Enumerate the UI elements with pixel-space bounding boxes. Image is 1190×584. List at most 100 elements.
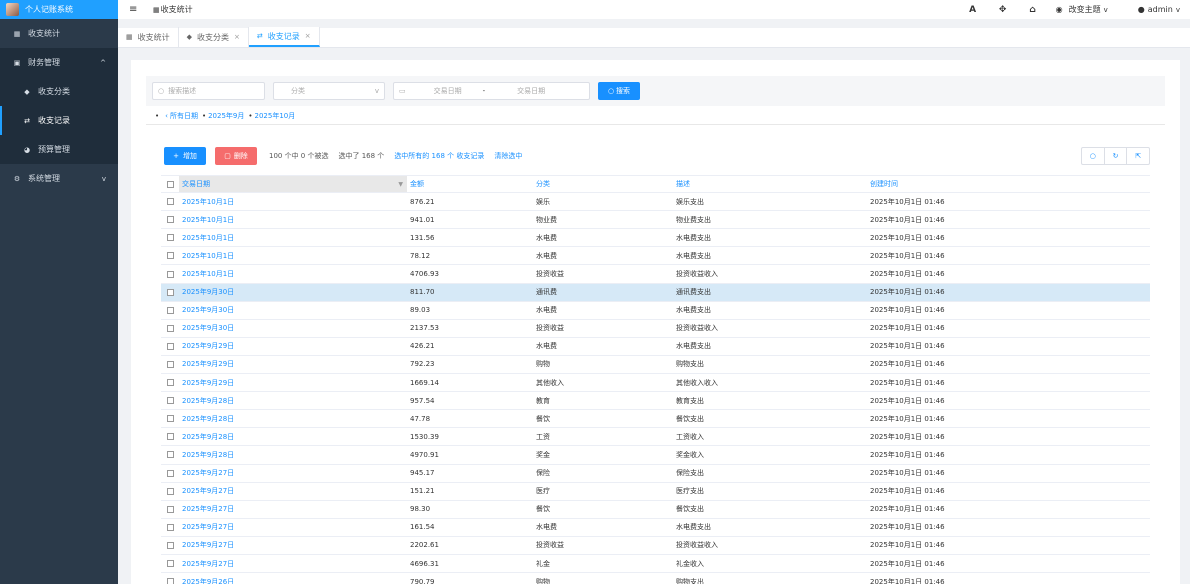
tab-categories[interactable]: ◆ 收支分类 × — [179, 27, 249, 47]
cell-date[interactable]: 2025年9月30日 — [179, 323, 407, 333]
row-checkbox[interactable] — [161, 216, 179, 224]
date-month2-link[interactable]: 2025年10月 — [255, 111, 296, 121]
row-checkbox[interactable] — [161, 487, 179, 495]
row-checkbox[interactable] — [161, 451, 179, 459]
row-checkbox[interactable] — [161, 541, 179, 549]
cell-date[interactable]: 2025年9月29日 — [179, 341, 407, 351]
table-row[interactable]: 2025年9月28日 4970.91 奖金 奖金收入 2025年10月1日 01:46 — [161, 446, 1150, 465]
cell-date[interactable]: 2025年9月30日 — [179, 287, 407, 297]
table-row[interactable]: 2025年9月28日 957.54 教育 教育支出 2025年10月1日 01:46 — [161, 392, 1150, 411]
close-icon[interactable]: × — [234, 33, 240, 41]
table-row[interactable]: 2025年9月30日 811.70 通讯费 通讯费支出 2025年10月1日 01:46 — [161, 283, 1150, 302]
date-all-link[interactable]: 所有日期 — [170, 111, 198, 121]
cell-date[interactable]: 2025年9月29日 — [179, 378, 407, 388]
select-all-link[interactable]: 选中所有的 168 个 收支记录 — [394, 151, 484, 161]
delete-button[interactable]: ▢ 删除 — [215, 147, 257, 165]
column-header-description[interactable]: 描述 — [673, 179, 867, 189]
cell-date[interactable]: 2025年9月28日 — [179, 432, 407, 442]
user-dropdown[interactable]: ● admin v — [1138, 5, 1180, 14]
cell-date[interactable]: 2025年9月27日 — [179, 522, 407, 532]
table-row[interactable]: 2025年10月1日 941.01 物业费 物业费支出 2025年10月1日 01:46 — [161, 211, 1150, 230]
cell-date[interactable]: 2025年10月1日 — [179, 233, 407, 243]
table-row[interactable]: 2025年9月27日 2202.61 投资收益 投资收益收入 2025年10月1日 01… — [161, 537, 1150, 555]
column-header-date[interactable]: 交易日期 ▼ — [179, 176, 407, 193]
row-checkbox[interactable] — [161, 433, 179, 441]
sidebar-item-records[interactable]: ⇄ 收支记录 — [0, 106, 118, 135]
cell-date[interactable]: 2025年9月26日 — [179, 577, 407, 584]
row-checkbox[interactable] — [161, 360, 179, 368]
table-row[interactable]: 2025年9月27日 945.17 保险 保险支出 2025年10月1日 01:46 — [161, 465, 1150, 483]
row-checkbox[interactable] — [161, 306, 179, 314]
row-checkbox[interactable] — [161, 560, 179, 568]
cell-date[interactable]: 2025年9月28日 — [179, 414, 407, 424]
search-icon[interactable]: ○ — [1082, 148, 1105, 164]
tab-records[interactable]: ⇄ 收支记录 × — [248, 27, 320, 47]
table-row[interactable]: 2025年9月27日 151.21 医疗 医疗支出 2025年10月1日 01:46 — [161, 483, 1150, 501]
cell-date[interactable]: 2025年9月27日 — [179, 540, 407, 550]
menu-toggle-icon[interactable]: ≡ — [129, 4, 141, 15]
date-range-picker[interactable]: ▭ 交易日期 - 交易日期 — [393, 82, 590, 100]
table-row[interactable]: 2025年10月1日 876.21 娱乐 娱乐支出 2025年10月1日 01:46 — [161, 193, 1150, 212]
row-checkbox[interactable] — [161, 505, 179, 513]
row-checkbox[interactable] — [161, 324, 179, 332]
font-size-icon[interactable]: A — [958, 5, 988, 15]
table-row[interactable]: 2025年9月28日 1530.39 工资 工资收入 2025年10月1日 01:46 — [161, 428, 1150, 447]
close-icon[interactable]: × — [305, 32, 311, 40]
column-header-category[interactable]: 分类 — [533, 179, 673, 189]
table-row[interactable]: 2025年9月27日 161.54 水电费 水电费支出 2025年10月1日 01:46 — [161, 519, 1150, 537]
search-button[interactable]: ○ 搜索 — [598, 82, 640, 100]
row-checkbox[interactable] — [161, 198, 179, 206]
date-month-link[interactable]: 2025年9月 — [208, 111, 244, 121]
cell-date[interactable]: 2025年9月30日 — [179, 305, 407, 315]
cell-date[interactable]: 2025年9月28日 — [179, 396, 407, 406]
fullscreen-icon[interactable]: ✥ — [988, 5, 1018, 15]
cell-date[interactable]: 2025年10月1日 — [179, 197, 407, 207]
row-checkbox[interactable] — [161, 397, 179, 405]
table-row[interactable]: 2025年9月29日 1669.14 其他收入 其他收入收入 2025年10月1日 01… — [161, 374, 1150, 393]
row-checkbox[interactable] — [161, 469, 179, 477]
cell-date[interactable]: 2025年10月1日 — [179, 269, 407, 279]
cell-date[interactable]: 2025年9月27日 — [179, 486, 407, 496]
cell-date[interactable]: 2025年9月27日 — [179, 559, 407, 569]
row-checkbox[interactable] — [161, 252, 179, 260]
tab-stats[interactable]: ▦ 收支统计 — [118, 27, 179, 47]
home-icon[interactable]: ⌂ — [1018, 5, 1048, 15]
theme-dropdown[interactable]: ◉ 改变主题 v — [1056, 4, 1108, 15]
table-row[interactable]: 2025年9月29日 792.23 购物 购物支出 2025年10月1日 01:46 — [161, 356, 1150, 375]
table-row[interactable]: 2025年9月27日 98.30 餐饮 餐饮支出 2025年10月1日 01:46 — [161, 501, 1150, 519]
search-input[interactable]: ○ 搜索描述 — [152, 82, 265, 100]
export-icon[interactable]: ⇱ — [1127, 148, 1149, 164]
cell-date[interactable]: 2025年9月27日 — [179, 468, 407, 478]
sidebar-item-finance[interactable]: ▣ 财务管理 ^ — [0, 48, 118, 77]
table-row[interactable]: 2025年10月1日 4706.93 投资收益 投资收益收入 2025年10月1日 01… — [161, 265, 1150, 284]
cell-date[interactable]: 2025年9月28日 — [179, 450, 407, 460]
cell-date[interactable]: 2025年9月29日 — [179, 359, 407, 369]
sidebar-item-stats[interactable]: ▦ 收支统计 — [0, 19, 118, 48]
row-checkbox[interactable] — [161, 379, 179, 387]
table-row[interactable]: 2025年10月1日 131.56 水电费 水电费支出 2025年10月1日 01:46 — [161, 229, 1150, 248]
table-row[interactable]: 2025年9月29日 426.21 水电费 水电费支出 2025年10月1日 01:46 — [161, 338, 1150, 356]
add-button[interactable]: + 增加 — [164, 147, 206, 165]
table-row[interactable]: 2025年9月26日 790.79 购物 购物支出 2025年10月1日 01:46 — [161, 573, 1150, 584]
table-row[interactable]: 2025年9月30日 89.03 水电费 水电费支出 2025年10月1日 01:46 — [161, 302, 1150, 320]
sidebar-item-categories[interactable]: ◆ 收支分类 — [0, 77, 118, 106]
row-checkbox[interactable] — [161, 288, 179, 296]
column-header-created[interactable]: 创建时间 — [867, 179, 1150, 189]
sidebar-item-budget[interactable]: ◕ 预算管理 — [0, 135, 118, 164]
clear-selection-link[interactable]: 清除选中 — [494, 151, 522, 161]
column-header-amount[interactable]: 金额 — [407, 179, 533, 189]
row-checkbox[interactable] — [161, 342, 179, 350]
select-all-checkbox[interactable] — [161, 180, 179, 188]
sidebar-item-system[interactable]: ⚙ 系统管理 v — [0, 164, 118, 193]
row-checkbox[interactable] — [161, 578, 179, 584]
date-start-placeholder[interactable]: 交易日期 — [434, 86, 462, 96]
cell-date[interactable]: 2025年10月1日 — [179, 215, 407, 225]
refresh-icon[interactable]: ↻ — [1105, 148, 1128, 164]
row-checkbox[interactable] — [161, 415, 179, 423]
row-checkbox[interactable] — [161, 234, 179, 242]
table-row[interactable]: 2025年9月30日 2137.53 投资收益 投资收益收入 2025年10月1日 01… — [161, 320, 1150, 338]
table-row[interactable]: 2025年9月27日 4696.31 礼金 礼金收入 2025年10月1日 01:46 — [161, 555, 1150, 574]
date-end-placeholder[interactable]: 交易日期 — [517, 86, 545, 96]
row-checkbox[interactable] — [161, 523, 179, 531]
table-row[interactable]: 2025年9月28日 47.78 餐饮 餐饮支出 2025年10月1日 01:46 — [161, 410, 1150, 429]
